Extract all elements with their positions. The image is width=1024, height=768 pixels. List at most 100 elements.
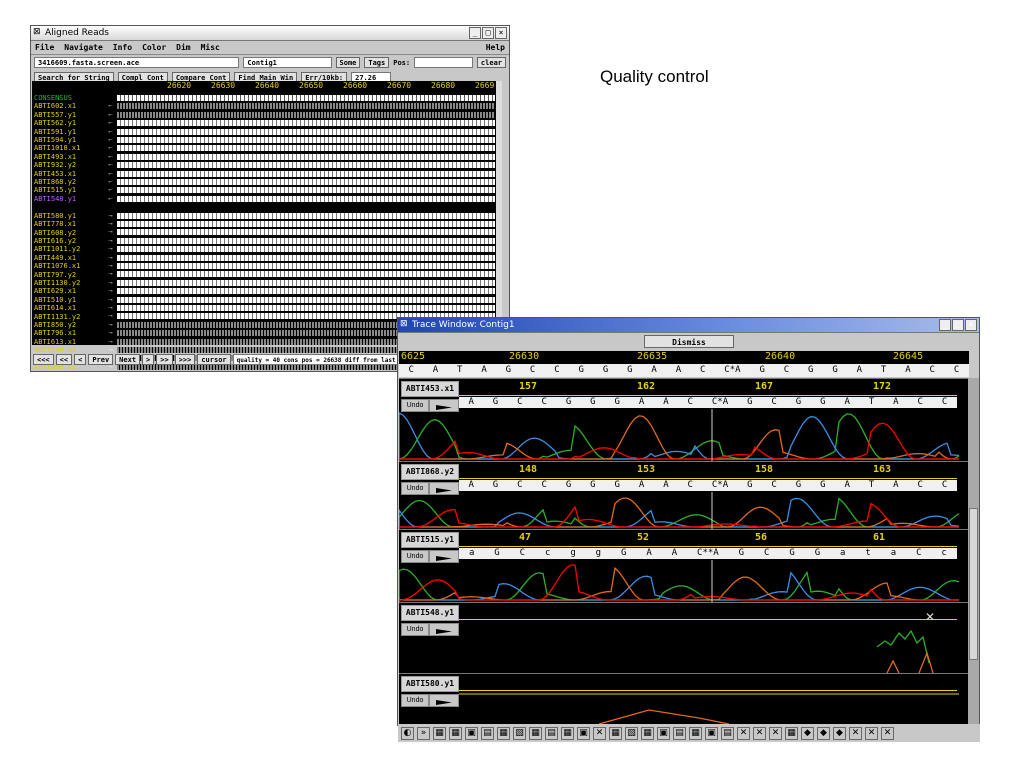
taskbar-app-icon[interactable]: ✕ bbox=[593, 726, 606, 740]
taskbar-app-icon[interactable]: ◆ bbox=[801, 726, 814, 740]
read-name[interactable]: ABTI562.y1 bbox=[34, 119, 114, 127]
cursor-button[interactable]: cursor bbox=[197, 354, 231, 365]
read-name-button[interactable]: ABTI515.y1 bbox=[401, 532, 459, 548]
taskbar-app-icon[interactable]: ▦ bbox=[785, 726, 798, 740]
read-sequence[interactable] bbox=[117, 128, 495, 135]
file-field[interactable]: 3416609.fasta.screen.ace bbox=[34, 57, 240, 68]
maximize-button[interactable]: □ bbox=[482, 27, 494, 39]
read-name-button[interactable]: ABTI453.x1 bbox=[401, 381, 459, 397]
read-base-strip[interactable]: A G C C G G G A A C C*A G C G G A T A C C bbox=[459, 397, 957, 408]
read-name[interactable]: ABTI613.x1 bbox=[34, 338, 114, 346]
nav-forward-big-button[interactable]: >> bbox=[156, 354, 173, 365]
read-sequence[interactable] bbox=[117, 279, 495, 286]
read-sequence[interactable] bbox=[117, 137, 495, 143]
read-name[interactable]: ABTI515.y1 bbox=[34, 186, 114, 194]
read-base-strip[interactable]: A G C C G G G A A C C*A G C G G A T A C C bbox=[459, 480, 957, 491]
read-sequence[interactable] bbox=[117, 170, 495, 177]
close-button[interactable]: × bbox=[965, 319, 977, 331]
menu-color[interactable]: Color bbox=[142, 41, 166, 54]
taskbar-app-icon[interactable]: ▦ bbox=[641, 726, 654, 740]
menu-navigate[interactable]: Navigate bbox=[64, 41, 103, 54]
nav-back-big-button[interactable]: << bbox=[55, 354, 73, 365]
taskbar-app-icon[interactable]: ✕ bbox=[881, 726, 894, 740]
read-sequence[interactable] bbox=[117, 263, 495, 269]
scroll-thumb[interactable] bbox=[969, 508, 978, 660]
read-sequence[interactable] bbox=[117, 195, 495, 202]
read-name[interactable]: ABTI797.y2 bbox=[34, 271, 114, 279]
nav-forward-button[interactable]: > bbox=[142, 354, 155, 365]
contig-field[interactable]: Contig1 bbox=[243, 57, 332, 68]
alignment-view[interactable]: 26620 26630 26640 26650 26660 26670 2668… bbox=[32, 81, 502, 371]
read-name[interactable]: ABTI1011.y2 bbox=[34, 245, 114, 253]
read-name[interactable]: ABTI616.y2 bbox=[34, 237, 114, 245]
taskbar-app-icon[interactable]: ▣ bbox=[465, 726, 478, 740]
read-name[interactable]: ABTI594.y1 bbox=[34, 136, 114, 144]
nav-first-button[interactable]: <<< bbox=[33, 354, 54, 365]
read-name[interactable]: ABTI580.y1 bbox=[34, 212, 114, 220]
read-name[interactable]: ABTI591.y1 bbox=[34, 128, 114, 136]
taskbar-app-icon[interactable]: ✕ bbox=[849, 726, 862, 740]
taskbar-app-icon[interactable]: ▧ bbox=[625, 726, 638, 740]
taskbar-app-icon[interactable]: ▦ bbox=[449, 726, 462, 740]
prev-button[interactable]: Prev bbox=[88, 354, 114, 365]
read-sequence[interactable] bbox=[117, 145, 495, 152]
close-button[interactable]: × bbox=[495, 27, 507, 39]
read-sequence[interactable] bbox=[117, 120, 495, 127]
dismiss-button[interactable]: Dismiss bbox=[644, 335, 734, 348]
taskbar-app-icon[interactable]: ▤ bbox=[673, 726, 686, 740]
read-name[interactable]: ABTI796.x1 bbox=[34, 329, 114, 337]
read-sequence[interactable] bbox=[117, 305, 495, 311]
read-name[interactable]: ABTI510.y1 bbox=[34, 296, 114, 304]
next-button[interactable]: Next bbox=[115, 354, 141, 365]
taskbar-app-icon[interactable]: ✕ bbox=[865, 726, 878, 740]
read-sequence[interactable] bbox=[117, 111, 495, 118]
taskbar-app-icon[interactable]: » bbox=[417, 726, 430, 740]
read-name[interactable]: ABTI868.y2 bbox=[34, 178, 114, 186]
read-sequence[interactable] bbox=[117, 187, 495, 194]
taskbar-app-icon[interactable]: ▦ bbox=[497, 726, 510, 740]
consensus-sequence[interactable] bbox=[117, 95, 495, 101]
taskbar-app-icon[interactable]: ◆ bbox=[833, 726, 846, 740]
read-name[interactable]: ABTI449.x1 bbox=[34, 254, 114, 262]
taskbar-app-icon[interactable]: ◆ bbox=[817, 726, 830, 740]
minimize-button[interactable]: _ bbox=[939, 319, 951, 331]
tags-button[interactable]: Tags bbox=[364, 57, 390, 68]
read-sequence[interactable] bbox=[117, 162, 495, 169]
read-sequence[interactable] bbox=[117, 237, 495, 244]
read-sequence[interactable] bbox=[117, 229, 495, 236]
read-base-strip[interactable]: a G Cc g g G A A C**A G C G Ga t a Cc bbox=[459, 548, 957, 559]
read-name[interactable]: ABTI629.x1 bbox=[34, 287, 114, 295]
clear-button[interactable]: clear bbox=[476, 57, 506, 68]
read-sequence[interactable] bbox=[117, 296, 495, 303]
nav-back-button[interactable]: < bbox=[74, 354, 87, 365]
read-name[interactable]: ABTI1131.y2 bbox=[34, 313, 114, 321]
taskbar-app-icon[interactable]: ✕ bbox=[753, 726, 766, 740]
trace-titlebar[interactable]: ⊠ Trace Window: Contig1 _ □ × bbox=[398, 318, 979, 333]
taskbar-app-icon[interactable]: ▣ bbox=[577, 726, 590, 740]
read-sequence[interactable] bbox=[117, 288, 495, 295]
read-sequence[interactable] bbox=[117, 103, 495, 110]
read-name[interactable]: ABTI608.y2 bbox=[34, 229, 114, 237]
alignment-scrollbar[interactable] bbox=[496, 81, 502, 345]
taskbar-app-icon[interactable]: ▣ bbox=[705, 726, 718, 740]
read-name[interactable]: ABTI932.y2 bbox=[34, 161, 114, 169]
taskbar-app-icon[interactable]: ✕ bbox=[737, 726, 750, 740]
taskbar-app-icon[interactable]: ▦ bbox=[433, 726, 446, 740]
read-name[interactable]: ABTI493.x1 bbox=[34, 153, 114, 161]
read-name[interactable]: ABTI1076.x1 bbox=[34, 262, 114, 270]
read-name[interactable]: ABTI602.x1 bbox=[34, 102, 114, 110]
taskbar-app-icon[interactable]: ▣ bbox=[657, 726, 670, 740]
maximize-button[interactable]: □ bbox=[952, 319, 964, 331]
taskbar-app-icon[interactable]: ▤ bbox=[481, 726, 494, 740]
read-sequence[interactable] bbox=[117, 221, 495, 227]
nav-last-button[interactable]: >>> bbox=[174, 354, 196, 365]
close-icon[interactable]: ✕ bbox=[925, 610, 935, 624]
read-name[interactable]: ABTI453.x1 bbox=[34, 170, 114, 178]
read-name[interactable]: ABTI850.y2 bbox=[34, 321, 114, 329]
read-sequence[interactable] bbox=[117, 212, 495, 219]
menu-help[interactable]: Help bbox=[486, 41, 505, 54]
menu-info[interactable]: Info bbox=[113, 41, 132, 54]
read-sequence[interactable] bbox=[117, 153, 495, 160]
taskbar-app-icon[interactable]: ▦ bbox=[609, 726, 622, 740]
read-name[interactable]: ABTI614.x1 bbox=[34, 304, 114, 312]
